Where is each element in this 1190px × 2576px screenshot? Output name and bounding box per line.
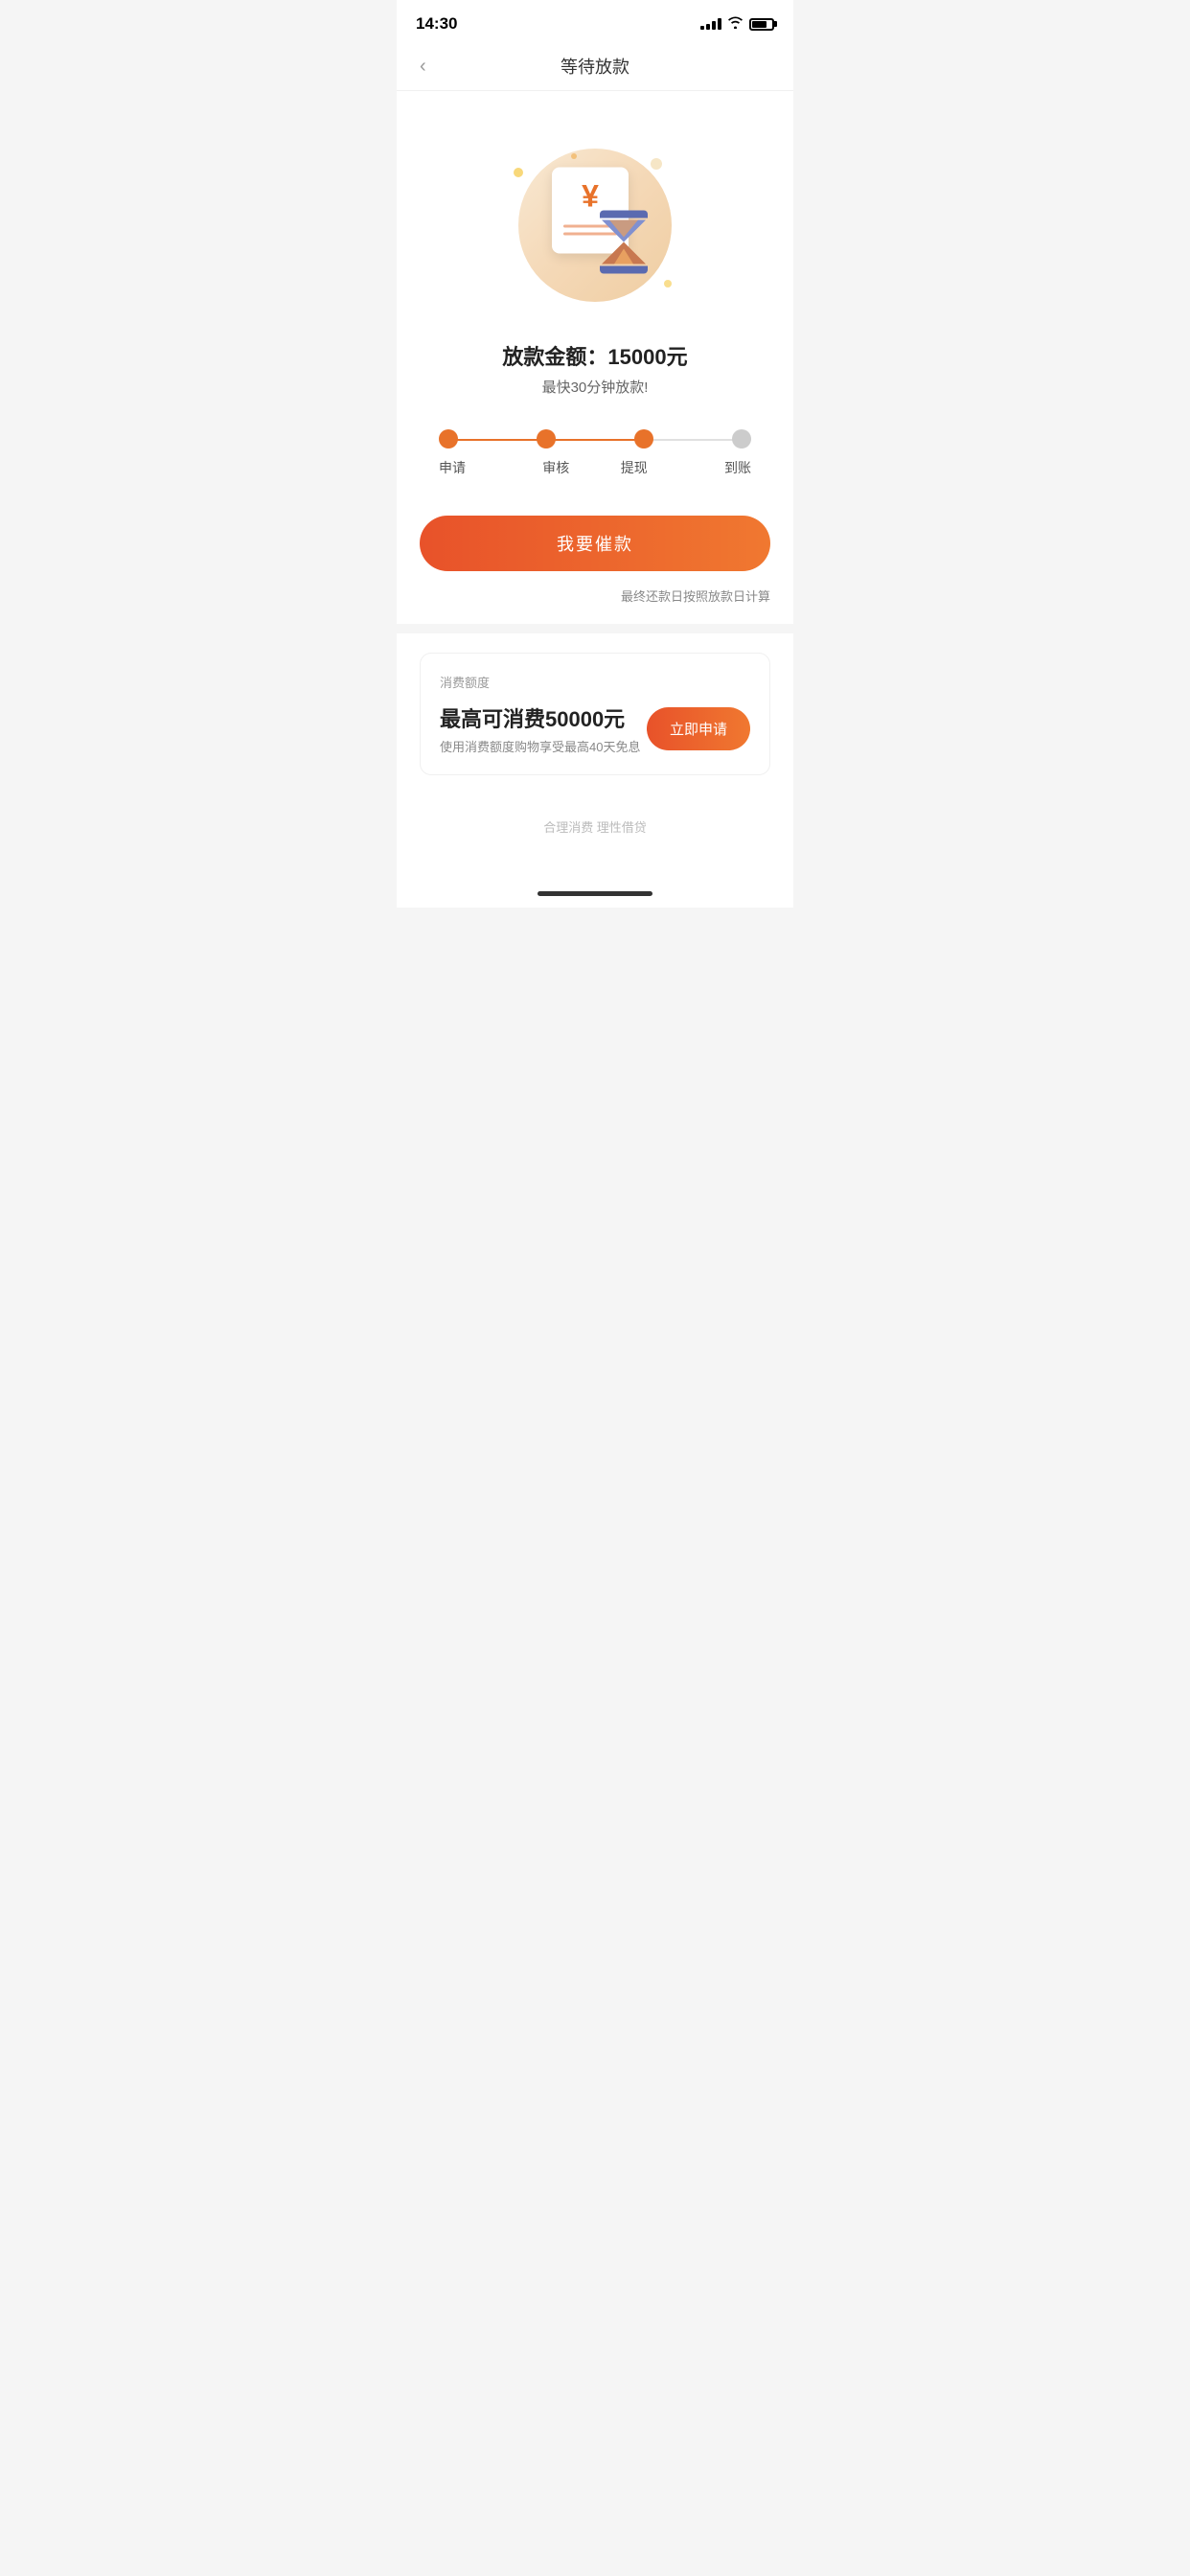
progress-labels: 申请 审核 提现 到账 [439, 458, 751, 477]
status-bar: 14:30 [397, 0, 793, 42]
decorative-dot-3 [664, 280, 672, 288]
status-time: 14:30 [416, 14, 457, 34]
apply-button[interactable]: 立即申请 [647, 707, 750, 750]
amount-section: 放款金额：15000元 最快30分钟放款! [420, 331, 770, 420]
decorative-dot-2 [571, 153, 577, 159]
step-label-3: 提现 [595, 458, 674, 477]
hourglass-top-cap [600, 211, 648, 218]
hourglass-body [600, 218, 648, 266]
hourglass-illustration [600, 211, 648, 273]
step-dot-1 [439, 429, 458, 448]
decorative-dot-1 [514, 168, 523, 177]
illustration-container: ¥ [509, 139, 681, 311]
signal-icon [700, 18, 721, 30]
consumer-card-inner: 消费额度 最高可消费50000元 使用消费额度购物享受最高40天免息 立即申请 [420, 653, 770, 775]
wifi-icon [727, 16, 744, 32]
doc-hourglass: ¥ [552, 168, 638, 273]
status-icons [700, 16, 774, 32]
step-label-2: 审核 [517, 458, 596, 477]
step-label-1: 申请 [439, 458, 517, 477]
step-dot-3 [634, 429, 653, 448]
consumer-left: 最高可消费50000元 使用消费额度购物享受最高40天免息 [440, 702, 640, 755]
hourglass-bottom-cap [600, 266, 648, 274]
step-dot-2 [537, 429, 556, 448]
consumer-amount: 最高可消费50000元 [440, 702, 640, 733]
step-dot-4 [732, 429, 751, 448]
btn-area: 我要催款 [420, 506, 770, 579]
consumer-label: 消费额度 [440, 673, 750, 691]
home-indicator [397, 884, 793, 908]
hourglass-svg [600, 218, 648, 266]
nav-bar: ‹ 等待放款 [397, 42, 793, 91]
consumer-sub: 使用消费额度购物享受最高40天免息 [440, 737, 640, 755]
home-bar [538, 891, 652, 896]
decorative-dot-4 [651, 158, 662, 170]
progress-line [450, 439, 740, 441]
footer-note: 合理消费 理性借贷 [420, 798, 770, 864]
progress-section: 申请 审核 提现 到账 [420, 420, 770, 506]
progress-track [439, 429, 751, 448]
illustration-area: ¥ [420, 110, 770, 331]
repay-note: 最终还款日按照放款日计算 [420, 579, 770, 624]
battery-icon [749, 18, 774, 31]
urge-button[interactable]: 我要催款 [420, 516, 770, 571]
consumer-row: 最高可消费50000元 使用消费额度购物享受最高40天免息 立即申请 [440, 702, 750, 755]
yen-symbol: ¥ [582, 179, 599, 215]
amount-title: 放款金额：15000元 [420, 340, 770, 371]
consumer-card: 消费额度 最高可消费50000元 使用消费额度购物享受最高40天免息 立即申请 [397, 633, 793, 798]
main-content: ¥ [397, 91, 793, 884]
page-title: 等待放款 [561, 54, 629, 79]
amount-subtitle: 最快30分钟放款! [420, 377, 770, 397]
back-button[interactable]: ‹ [416, 52, 430, 81]
section-divider [397, 624, 793, 633]
step-label-4: 到账 [674, 458, 752, 477]
